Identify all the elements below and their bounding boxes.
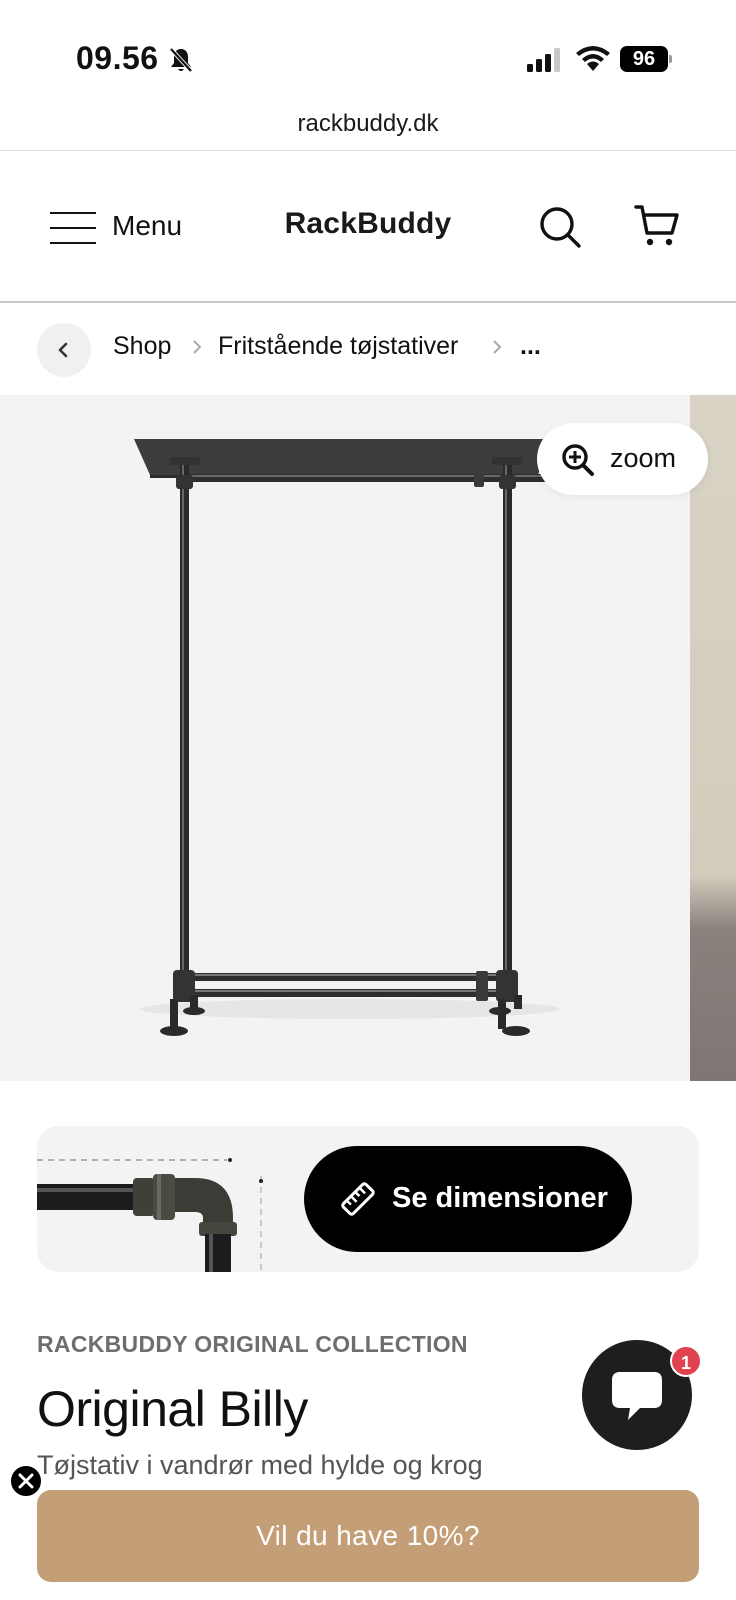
chevron-right-icon [493, 340, 502, 354]
breadcrumb: Shop Fritstående tøjstativer ... [0, 303, 736, 395]
chevron-left-icon [58, 342, 68, 358]
product-title: Original Billy [37, 1381, 308, 1437]
product-image-gallery[interactable]: zoom [0, 395, 736, 1081]
see-dimensions-button[interactable]: Se dimensioner [304, 1146, 632, 1252]
site-header: Menu RackBuddy [0, 151, 736, 301]
product-image [134, 439, 560, 1036]
dimensions-card[interactable]: Se dimensioner [37, 1126, 699, 1272]
status-time: 09.56 [76, 40, 159, 76]
chat-bubble-icon [612, 1372, 662, 1420]
product-collection[interactable]: RACKBUDDY ORIGINAL COLLECTION [37, 1331, 468, 1358]
back-button[interactable] [37, 323, 91, 377]
breadcrumb-item-shop[interactable]: Shop [113, 332, 171, 361]
discount-promo-button[interactable]: Vil du have 10%? [37, 1490, 699, 1582]
close-icon [18, 1473, 34, 1489]
product-subtitle: Tøjstativ i vandrør med hylde og krog [37, 1450, 483, 1480]
battery-cap [669, 55, 672, 63]
chevron-right-icon [193, 340, 202, 354]
cart-icon[interactable] [634, 203, 680, 249]
site-logo[interactable]: RackBuddy [0, 207, 736, 241]
battery-indicator: 96 [620, 46, 672, 72]
ruler-icon [341, 1182, 375, 1216]
search-icon[interactable] [538, 205, 582, 249]
status-bar: 09.56 96 [0, 0, 736, 110]
cellular-signal-icon [527, 48, 560, 72]
battery-level: 96 [620, 46, 668, 72]
pipe-fitting-thumbnail [37, 1158, 263, 1272]
wifi-icon [576, 46, 610, 71]
zoom-button[interactable]: zoom [537, 423, 708, 495]
promo-close-button[interactable] [9, 1464, 43, 1498]
chat-notification-badge: 1 [670, 1345, 702, 1377]
bell-muted-icon [169, 47, 193, 73]
browser-url[interactable]: rackbuddy.dk [0, 110, 736, 138]
zoom-label: zoom [610, 443, 677, 473]
breadcrumb-item-current: ... [520, 332, 541, 360]
next-product-image-preview[interactable] [690, 395, 736, 1081]
see-dimensions-label: Se dimensioner [392, 1182, 608, 1214]
zoom-in-icon [562, 444, 594, 476]
breadcrumb-item-category[interactable]: Fritstående tøjstativer [218, 332, 458, 361]
